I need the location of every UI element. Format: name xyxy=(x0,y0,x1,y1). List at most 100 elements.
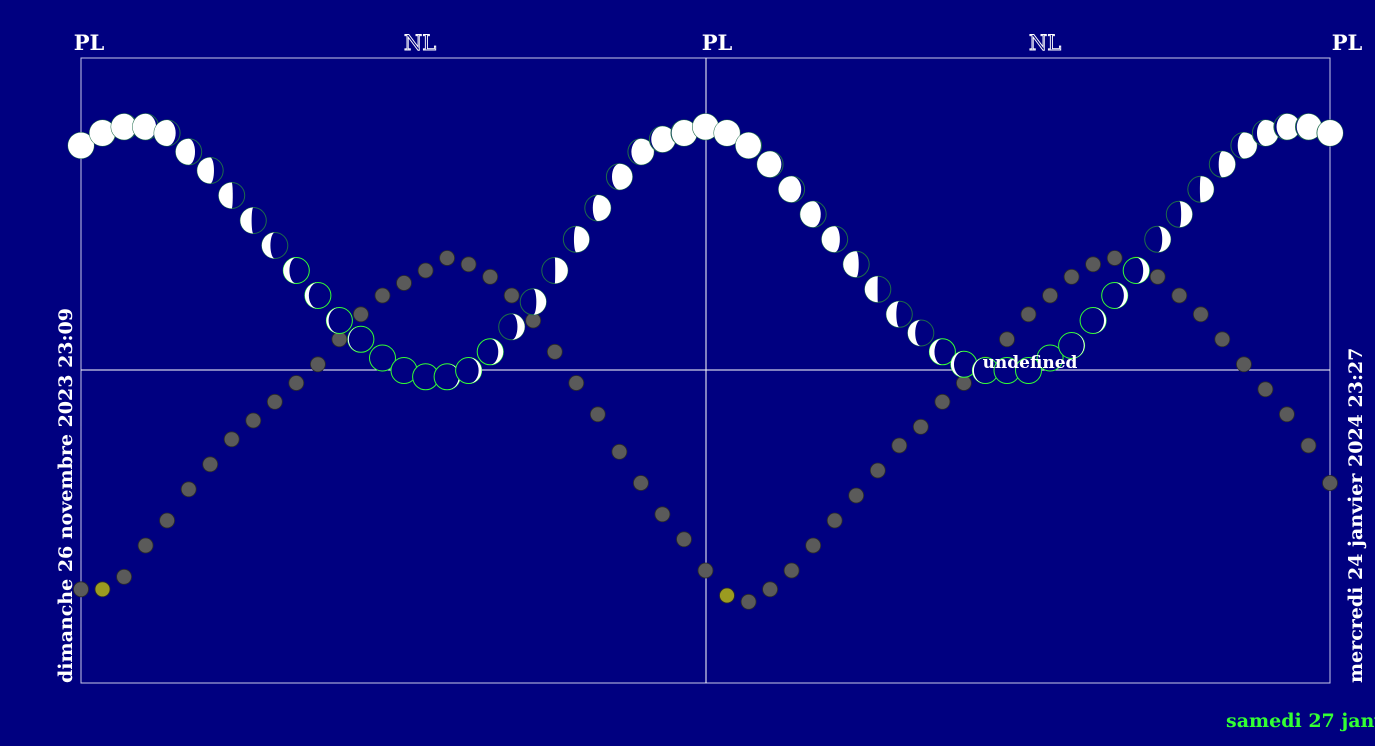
phase-label-nl-second: NL xyxy=(1029,31,1061,55)
dot-point xyxy=(546,343,563,360)
dot-point xyxy=(482,268,499,285)
dot-point xyxy=(331,331,348,348)
dot-point xyxy=(223,431,240,448)
moon-point xyxy=(304,282,332,309)
dot-point xyxy=(137,537,154,554)
dot-point xyxy=(396,275,412,291)
dot-point xyxy=(352,306,369,323)
moon-point xyxy=(347,325,375,353)
moon-point xyxy=(455,357,483,384)
annotation-label: undefined xyxy=(983,353,1078,373)
moon-point xyxy=(218,182,246,209)
dot-point xyxy=(912,418,929,435)
dot-point xyxy=(1149,268,1166,285)
moon-point xyxy=(735,132,763,159)
dot-point xyxy=(288,375,305,391)
dot-point xyxy=(94,581,111,598)
moon-point xyxy=(498,313,526,341)
moon-point xyxy=(584,194,612,222)
dot-point xyxy=(869,462,886,479)
dot-point xyxy=(309,356,326,373)
moon-point xyxy=(175,138,203,166)
moon-point xyxy=(541,257,569,284)
moon-point xyxy=(799,200,827,228)
dot-point xyxy=(762,581,778,598)
end-date-label: mercredi 24 janvier 2024 23:27 xyxy=(1345,348,1367,683)
moon-point xyxy=(1208,150,1236,178)
dot-point xyxy=(460,256,477,273)
dot-point xyxy=(676,531,692,548)
dot-point xyxy=(202,456,219,473)
moon-point xyxy=(605,163,633,191)
moon-point xyxy=(1187,175,1215,203)
moon-point xyxy=(1316,119,1344,147)
dot-point xyxy=(740,593,757,610)
dot-point xyxy=(417,262,434,279)
dot-point xyxy=(568,375,585,391)
moon-point xyxy=(821,225,849,253)
dot-point xyxy=(719,587,735,604)
moon-point xyxy=(1122,257,1150,284)
dot-point xyxy=(266,393,283,410)
moon-point xyxy=(261,232,289,259)
dot-point xyxy=(1042,287,1058,304)
dot-point xyxy=(999,331,1015,348)
grid xyxy=(80,57,1331,684)
dot-point xyxy=(805,537,822,554)
phase-labels: PL NL PL NL PL xyxy=(74,30,1363,55)
moon-point xyxy=(778,175,806,203)
dot-point xyxy=(1063,268,1080,285)
dot-point xyxy=(1171,287,1188,304)
footer-date-label: samedi 27 janv xyxy=(1226,710,1375,732)
dot-point xyxy=(374,287,391,304)
dot-point xyxy=(159,512,176,529)
moon-point xyxy=(325,307,353,334)
dot-point xyxy=(891,437,908,454)
moon-point xyxy=(153,119,181,147)
moon-point xyxy=(864,275,892,303)
moon-point xyxy=(907,319,935,347)
dot-point xyxy=(1257,381,1274,398)
phase-label-nl-first: NL xyxy=(404,31,436,55)
dot-point xyxy=(1236,356,1252,373)
dot-point xyxy=(180,481,197,498)
dot-point xyxy=(826,512,843,529)
dot-point xyxy=(116,568,132,585)
moon-point xyxy=(519,288,547,316)
dot-point xyxy=(633,475,649,491)
moon-point xyxy=(1079,307,1107,334)
dot-point xyxy=(654,506,671,523)
dot-point xyxy=(611,443,628,460)
dot-point xyxy=(1192,306,1209,323)
phase-label-pl-middle: PL xyxy=(702,30,733,55)
dot-point xyxy=(1214,331,1231,348)
dot-point xyxy=(439,250,456,266)
dot-point xyxy=(1020,306,1037,323)
moon-point xyxy=(1165,200,1193,228)
dot-point xyxy=(503,287,520,304)
dot-point xyxy=(245,412,262,429)
moon-point xyxy=(562,225,590,253)
moon-point xyxy=(885,300,913,328)
moon-point xyxy=(196,157,224,184)
moon-phase-chart: PL NL PL NL PL undefined dimanche 26 nov… xyxy=(55,30,1375,732)
moon-point xyxy=(239,207,267,234)
dot-point xyxy=(934,393,951,410)
dot-point xyxy=(1106,250,1123,266)
start-date-label: dimanche 26 novembre 2023 23:09 xyxy=(55,308,77,683)
dot-point xyxy=(589,406,606,423)
moon-point xyxy=(756,150,784,178)
dot-point xyxy=(848,487,865,504)
moon-point xyxy=(282,257,310,284)
moon-point xyxy=(476,338,504,366)
dot-point xyxy=(1300,437,1317,454)
dot-point xyxy=(783,562,800,579)
dot-point xyxy=(1322,475,1338,491)
phase-label-pl-end: PL xyxy=(1332,30,1363,55)
dot-point xyxy=(1085,256,1101,273)
moon-point xyxy=(1101,282,1129,309)
moon-point xyxy=(1144,225,1172,253)
dot-point xyxy=(697,562,714,579)
phase-label-pl-start: PL xyxy=(74,30,105,55)
moon-point xyxy=(842,250,870,278)
